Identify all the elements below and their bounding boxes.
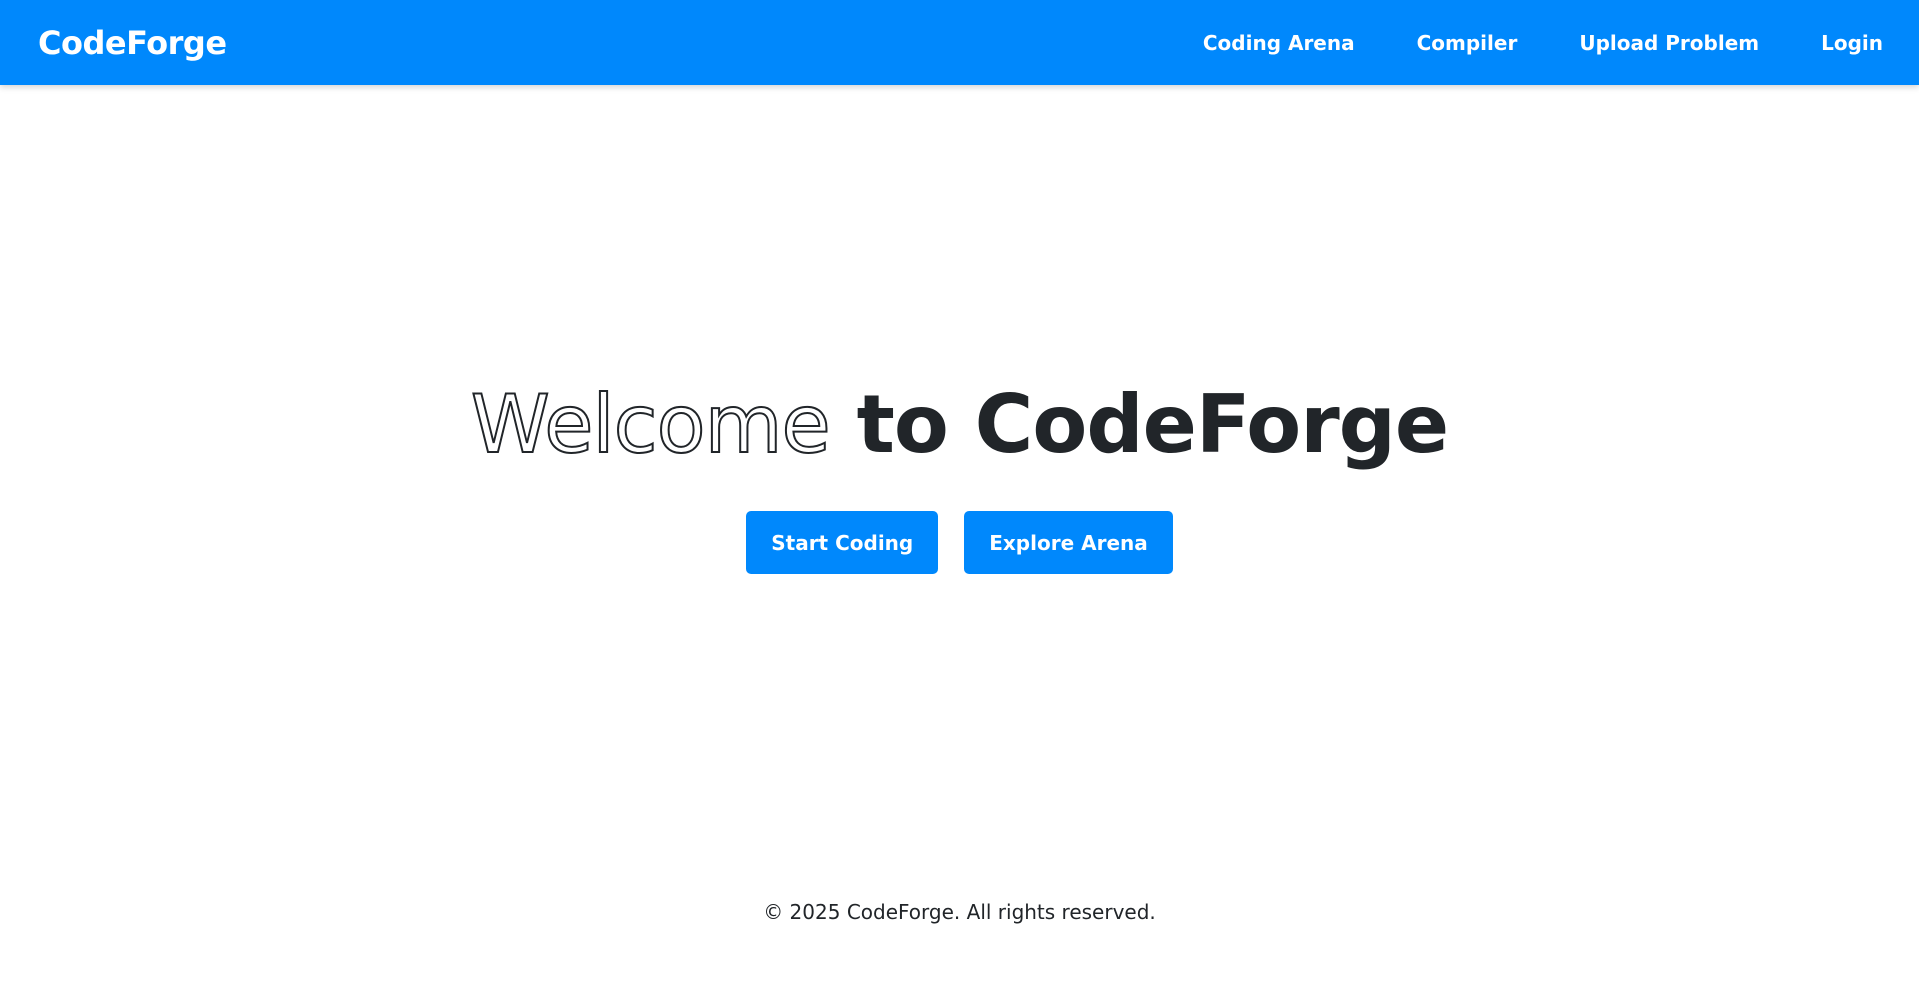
hero-section: Welcome to CodeForge Start Coding Explor… [0,85,1919,865]
navbar: CodeForge Coding Arena Compiler Upload P… [0,0,1919,85]
footer-copyright: © 2025 CodeForge. All rights reserved. [763,900,1156,924]
nav-link-login[interactable]: Login [1821,31,1883,55]
hero-title-rest: to CodeForge [829,378,1450,471]
nav-link-compiler[interactable]: Compiler [1417,31,1518,55]
nav-link-upload-problem[interactable]: Upload Problem [1579,31,1759,55]
nav-link-coding-arena[interactable]: Coding Arena [1203,31,1355,55]
hero-buttons: Start Coding Explore Arena [746,511,1173,574]
brand-logo[interactable]: CodeForge [38,24,227,62]
explore-arena-button[interactable]: Explore Arena [964,511,1173,574]
start-coding-button[interactable]: Start Coding [746,511,939,574]
nav-links: Coding Arena Compiler Upload Problem Log… [1203,31,1883,55]
hero-title-outline: Welcome [470,378,832,471]
hero-title: Welcome to CodeForge [470,384,1449,466]
